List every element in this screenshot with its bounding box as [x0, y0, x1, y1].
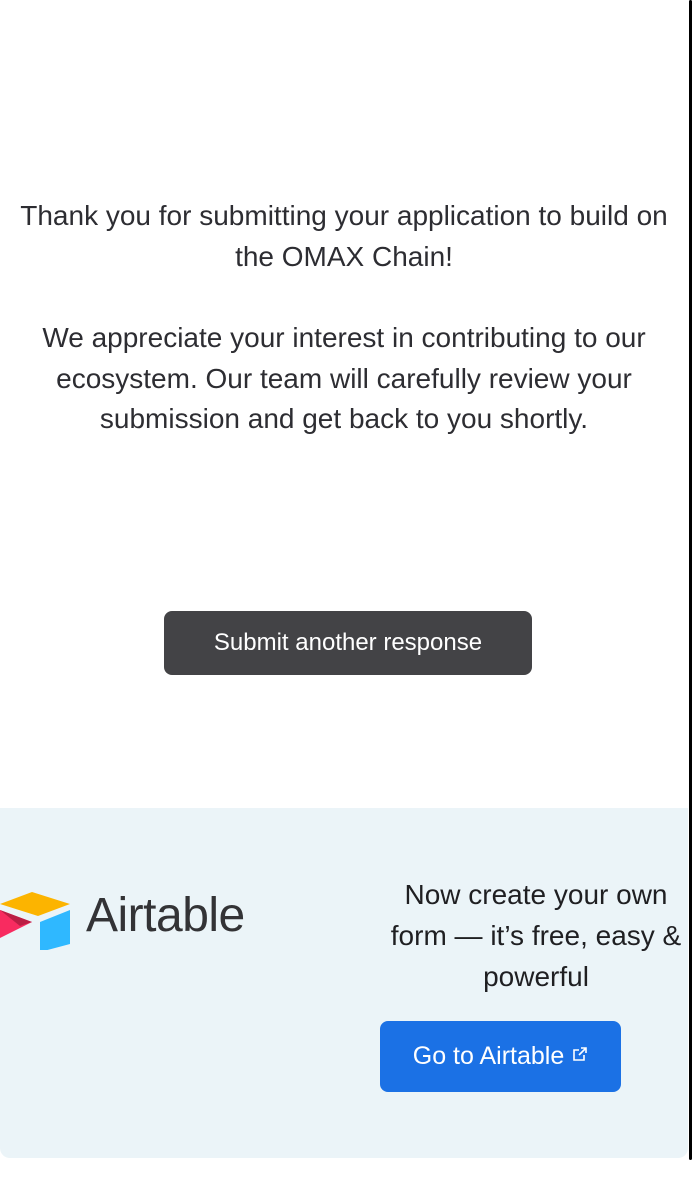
go-to-airtable-button[interactable]: Go to Airtable	[380, 1021, 621, 1092]
confirmation-thank-you-text: Thank you for submitting your applicatio…	[20, 200, 668, 272]
confirmation-review-text: We appreciate your interest in contribut…	[42, 322, 646, 434]
submit-another-response-button[interactable]: Submit another response	[164, 611, 532, 675]
external-link-icon	[572, 1019, 588, 1090]
page-scrollbar[interactable]	[688, 0, 696, 1200]
create-form-promo-text: Now create your own form — it’s free, ea…	[378, 874, 688, 997]
confirmation-message: Thank you for submitting your applicatio…	[0, 196, 688, 440]
airtable-promo-footer: Airtable Now create your own form — it’s…	[0, 808, 688, 1158]
airtable-logo-icon	[0, 892, 70, 950]
scrollbar-thumb[interactable]	[689, 0, 692, 1160]
airtable-wordmark: Airtable	[86, 889, 245, 942]
airtable-logo[interactable]: Airtable	[0, 886, 290, 950]
promo-text: Now create your own form — it’s free, ea…	[390, 879, 682, 992]
go-to-airtable-label: Go to Airtable	[412, 1042, 565, 1070]
